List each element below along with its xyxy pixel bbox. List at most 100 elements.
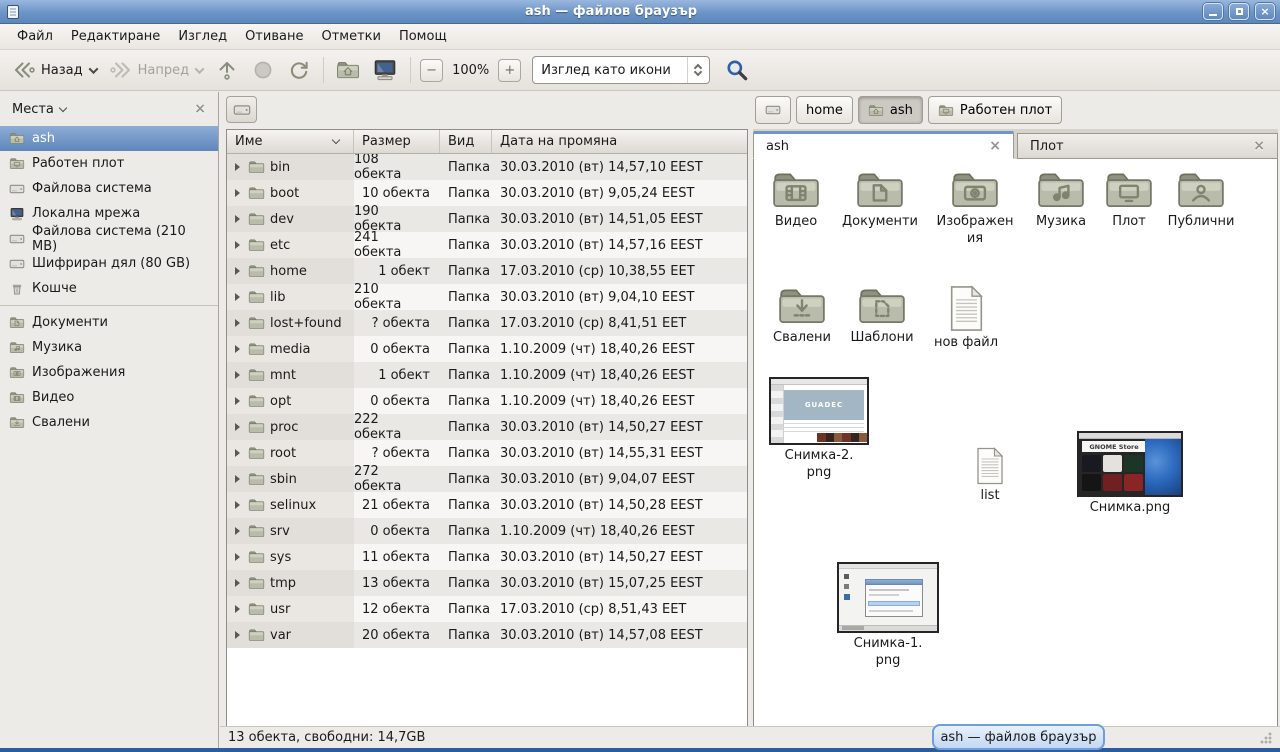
icon-view-item-templates[interactable]: Шаблони (842, 285, 922, 347)
table-row-sbin[interactable]: sbin272 обектаПапка30.03.2010 (вт) 9,04,… (227, 466, 747, 492)
table-row-var[interactable]: var20 обектаПапка30.03.2010 (вт) 14,57,0… (227, 622, 747, 648)
tree-root-button[interactable] (226, 96, 257, 123)
breadcrumb-Работен плот[interactable]: Работен плот (928, 96, 1062, 124)
table-row-tmp[interactable]: tmp13 обектаПапка30.03.2010 (вт) 15,07,2… (227, 570, 747, 596)
forward-dropdown-chevron-icon[interactable] (195, 64, 205, 74)
menu-item-1[interactable]: Редактиране (62, 26, 169, 47)
column-header-type[interactable]: Вид (440, 130, 492, 153)
reload-button[interactable] (281, 55, 317, 85)
breadcrumb-root[interactable] (755, 96, 791, 124)
expander-icon[interactable] (235, 475, 240, 483)
breadcrumb-ash[interactable]: ash (858, 96, 923, 124)
expander-icon[interactable] (235, 631, 240, 639)
table-row-media[interactable]: media0 обектаПапка1.10.2009 (чт) 18,40,2… (227, 336, 747, 362)
zoom-in-button[interactable]: + (498, 59, 521, 82)
table-row-root[interactable]: root? обектаПапка30.03.2010 (вт) 14,55,3… (227, 440, 747, 466)
expander-icon[interactable] (235, 319, 240, 327)
menu-item-2[interactable]: Изглед (169, 26, 236, 47)
icon-view-item-images[interactable]: Изображения (933, 169, 1017, 248)
expander-icon[interactable] (235, 527, 240, 535)
icon-view-item-snimka2[interactable]: GUADECСнимка-2.png (769, 377, 869, 482)
menu-item-3[interactable]: Отиване (236, 26, 312, 47)
close-button[interactable]: × (1255, 3, 1275, 20)
column-header-name[interactable]: Име (227, 130, 354, 153)
breadcrumb-home[interactable]: home (796, 96, 853, 124)
expander-icon[interactable] (235, 215, 240, 223)
tab-плот[interactable]: Плот× (1017, 133, 1278, 159)
table-row-opt[interactable]: opt0 обектаПапка1.10.2009 (чт) 18,40,26 … (227, 388, 747, 414)
icon-view-item-music[interactable]: Музика (1022, 169, 1100, 231)
resize-grip[interactable] (1259, 731, 1272, 744)
icon-view-item-public[interactable]: Публични (1158, 169, 1244, 231)
expander-icon[interactable] (235, 449, 240, 457)
icon-view-item-documents[interactable]: Документи (836, 169, 924, 231)
sidebar-item-кошче[interactable]: Кошче (0, 276, 218, 301)
stop-button[interactable] (245, 55, 281, 85)
expander-icon[interactable] (235, 397, 240, 405)
menu-item-0[interactable]: Файл (8, 26, 62, 47)
taskbar-window-button[interactable]: ash — файлов браузър (932, 724, 1105, 750)
sidebar-item-видео[interactable]: Видео (0, 385, 218, 410)
table-row-home[interactable]: home1 обектПапка17.03.2010 (ср) 10,38,55… (227, 258, 747, 284)
sidebar-item-изображения[interactable]: Изображения (0, 360, 218, 385)
expander-icon[interactable] (235, 163, 240, 171)
table-row-selinux[interactable]: selinux21 обектаПапка30.03.2010 (вт) 14,… (227, 492, 747, 518)
table-row-bin[interactable]: bin108 обектаПапка30.03.2010 (вт) 14,57,… (227, 154, 747, 180)
zoom-out-button[interactable]: − (420, 59, 443, 82)
sidebar-item-музика[interactable]: Музика (0, 335, 218, 360)
sidebar-item-шифриран-дял-80-gb-[interactable]: Шифриран дял (80 GB) (0, 251, 218, 276)
icon-view-item-snimka[interactable]: GNOME StoreСнимка.png (1074, 431, 1186, 517)
column-header-date[interactable]: Дата на промяна (492, 130, 747, 153)
forward-button[interactable]: Напред (103, 55, 209, 85)
icon-view-item-newfile[interactable]: нов файл (924, 285, 1008, 352)
tab-ash[interactable]: ash× (753, 131, 1014, 159)
expander-icon[interactable] (235, 579, 240, 587)
expander-icon[interactable] (235, 501, 240, 509)
expander-icon[interactable] (235, 423, 240, 431)
expander-icon[interactable] (235, 189, 240, 197)
minimize-button[interactable] (1203, 3, 1223, 20)
sidebar-item-файлова-система[interactable]: Файлова система (0, 176, 218, 201)
expander-icon[interactable] (235, 371, 240, 379)
home-button[interactable] (330, 57, 366, 83)
table-row-boot[interactable]: boot10 обектаПапка30.03.2010 (вт) 9,05,2… (227, 180, 747, 206)
sidebar-item-ash[interactable]: ash (0, 126, 218, 151)
computer-button[interactable] (366, 54, 404, 86)
back-button[interactable]: Назад (6, 55, 103, 85)
sidebar-item-свалени[interactable]: Свалени (0, 410, 218, 435)
expander-icon[interactable] (235, 267, 240, 275)
expander-icon[interactable] (235, 605, 240, 613)
icon-view-item-downloads[interactable]: Свалени (762, 285, 842, 347)
sidebar-item-работен-плот[interactable]: Работен плот (0, 151, 218, 176)
icon-view-item-list[interactable]: list (958, 447, 1022, 505)
view-mode-select[interactable]: Изглед като икони (532, 56, 710, 84)
table-row-mnt[interactable]: mnt1 обектПапка1.10.2009 (чт) 18,40,26 E… (227, 362, 747, 388)
sidebar-close-icon[interactable]: × (194, 102, 206, 116)
expander-icon[interactable] (235, 241, 240, 249)
search-button[interactable] (718, 54, 756, 86)
icon-view-item-desktop[interactable]: Плот (1090, 169, 1168, 231)
sidebar-item-файлова-система-210-mb-[interactable]: Файлова система (210 MB) (0, 226, 218, 251)
expander-icon[interactable] (235, 553, 240, 561)
table-row-etc[interactable]: etc241 обектаПапка30.03.2010 (вт) 14,57,… (227, 232, 747, 258)
table-row-proc[interactable]: proc222 обектаПапка30.03.2010 (вт) 14,50… (227, 414, 747, 440)
tab-close-icon[interactable]: × (989, 139, 1001, 153)
menu-item-4[interactable]: Отметки (312, 26, 389, 47)
icon-view-item-snimka1[interactable]: Снимка-1.png (836, 562, 940, 670)
maximize-button[interactable] (1229, 3, 1249, 20)
table-row-lib[interactable]: lib210 обектаПапка30.03.2010 (вт) 9,04,1… (227, 284, 747, 310)
column-header-size[interactable]: Размер (354, 130, 440, 153)
menu-item-5[interactable]: Помощ (390, 26, 456, 47)
table-row-srv[interactable]: srv0 обектаПапка1.10.2009 (чт) 18,40,26 … (227, 518, 747, 544)
tab-close-icon[interactable]: × (1253, 139, 1265, 153)
icon-view-item-video[interactable]: Видео (756, 169, 836, 231)
expander-icon[interactable] (235, 293, 240, 301)
sidebar-item-локална-мрежа[interactable]: Локална мрежа (0, 201, 218, 226)
table-row-dev[interactable]: dev190 обектаПапка30.03.2010 (вт) 14,51,… (227, 206, 747, 232)
table-row-lost+found[interactable]: lost+found? обектаПапка17.03.2010 (ср) 8… (227, 310, 747, 336)
up-button[interactable] (209, 55, 245, 85)
sidebar-dropdown-caret-icon[interactable] (59, 103, 67, 111)
table-row-sys[interactable]: sys11 обектаПапка30.03.2010 (вт) 14,50,2… (227, 544, 747, 570)
table-row-usr[interactable]: usr12 обектаПапка17.03.2010 (ср) 8,51,43… (227, 596, 747, 622)
back-dropdown-chevron-icon[interactable] (88, 64, 98, 74)
